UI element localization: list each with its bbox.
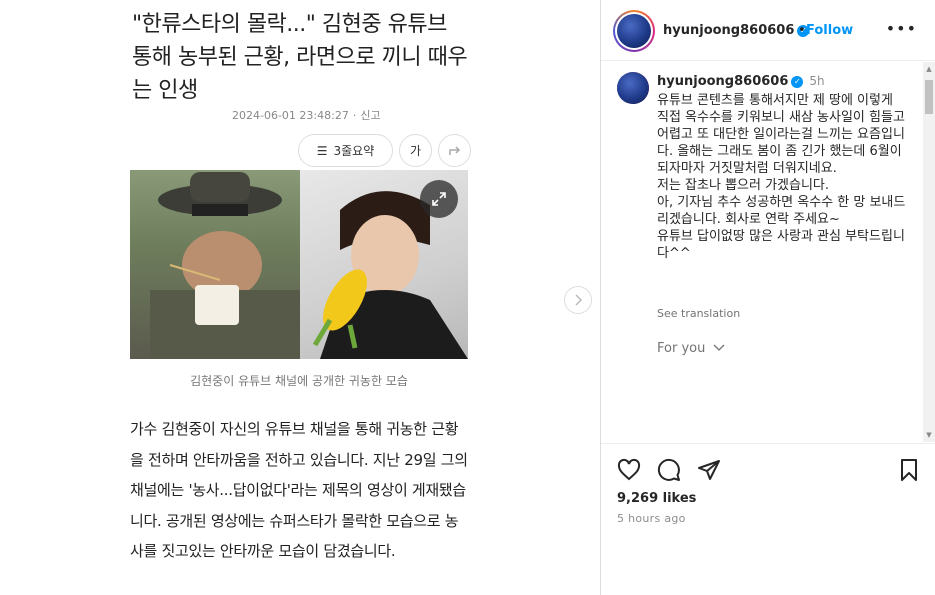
summary-button[interactable]: ☰ 3줄요약 bbox=[298, 134, 393, 167]
likes-count[interactable]: 9,269 likes bbox=[617, 491, 696, 506]
expand-image-button[interactable] bbox=[420, 180, 458, 218]
article-tools: ☰ 3줄요약 가 bbox=[298, 134, 471, 167]
article-body: 가수 김현중이 자신의 유튜브 채널을 통해 귀농한 근황을 전하며 안타까움을… bbox=[130, 420, 468, 560]
font-size-label: 가 bbox=[409, 144, 422, 158]
caption-username[interactable]: hyunjoong860606 bbox=[657, 74, 788, 89]
comment-icon[interactable] bbox=[657, 458, 681, 482]
scroll-down-icon[interactable]: ▼ bbox=[925, 430, 933, 440]
share-button[interactable] bbox=[438, 134, 471, 167]
post-age[interactable]: 5 hours ago bbox=[617, 512, 686, 525]
report-link[interactable]: 신고 bbox=[360, 109, 380, 122]
news-article-pane: "한류스타의 몰락..." 김현중 유튜브 통해 농부된 근황, 라면으로 끼니… bbox=[0, 0, 600, 595]
photo-caption: 김현중이 유튜브 채널에 공개한 귀농한 모습 bbox=[190, 374, 408, 388]
more-options-icon[interactable]: ••• bbox=[886, 19, 917, 38]
summary-label: 3줄요약 bbox=[333, 144, 375, 158]
scrollbar-thumb[interactable] bbox=[925, 80, 933, 114]
article-photo bbox=[130, 170, 468, 359]
instagram-post-panel: hyunjoong860606 ✓ • Follow ••• hyunjoong8… bbox=[601, 0, 935, 595]
for-you-dropdown[interactable]: For you bbox=[657, 341, 725, 356]
share-icon bbox=[448, 145, 460, 155]
photo-farmer-eating-ramen bbox=[130, 170, 300, 359]
post-header: hyunjoong860606 ✓ • Follow ••• bbox=[601, 0, 935, 61]
scroll-up-icon[interactable]: ▲ bbox=[925, 64, 933, 74]
caption-header: hyunjoong860606 ✓ 5h bbox=[657, 74, 825, 89]
see-translation-link[interactable]: See translation bbox=[657, 307, 740, 320]
caption-area: hyunjoong860606 ✓ 5h 유튜브 콘텐츠를 통해서지만 제 땅에 이… bbox=[601, 62, 935, 442]
verified-badge-icon: ✓ bbox=[791, 75, 804, 88]
share-direct-icon[interactable] bbox=[697, 458, 721, 482]
photo-portrait-with-corn bbox=[300, 170, 468, 359]
article-meta: 2024-06-01 23:48:27 · 신고 bbox=[232, 109, 381, 122]
for-you-label: For you bbox=[657, 341, 706, 356]
save-bookmark-icon[interactable] bbox=[897, 458, 921, 482]
chevron-right-icon bbox=[575, 294, 583, 306]
caption-text: 유튜브 콘텐츠를 통해서지만 제 땅에 이렇게 직접 옥수수를 키워보니 새삼 … bbox=[657, 93, 906, 261]
profile-avatar[interactable] bbox=[613, 10, 655, 52]
header-username[interactable]: hyunjoong860606 ✓ bbox=[663, 23, 810, 38]
article-date: 2024-06-01 23:48:27 bbox=[232, 109, 349, 122]
post-actions: 9,269 likes 5 hours ago bbox=[601, 443, 935, 595]
caption-scrollbar[interactable]: ▲ ▼ bbox=[923, 62, 935, 442]
follow-button[interactable]: Follow bbox=[806, 23, 853, 38]
font-size-button[interactable]: 가 bbox=[399, 134, 432, 167]
like-heart-icon[interactable] bbox=[617, 458, 641, 482]
article-headline: "한류스타의 몰락..." 김현중 유튜브 통해 농부된 근황, 라면으로 끼니… bbox=[132, 12, 468, 103]
caption-avatar[interactable] bbox=[617, 72, 649, 104]
chevron-down-icon bbox=[714, 344, 725, 351]
expand-icon bbox=[432, 192, 446, 206]
list-icon: ☰ bbox=[316, 143, 328, 158]
caption-time[interactable]: 5h bbox=[809, 74, 824, 88]
next-page-button[interactable] bbox=[564, 286, 592, 314]
separator-dot: • bbox=[798, 23, 806, 38]
